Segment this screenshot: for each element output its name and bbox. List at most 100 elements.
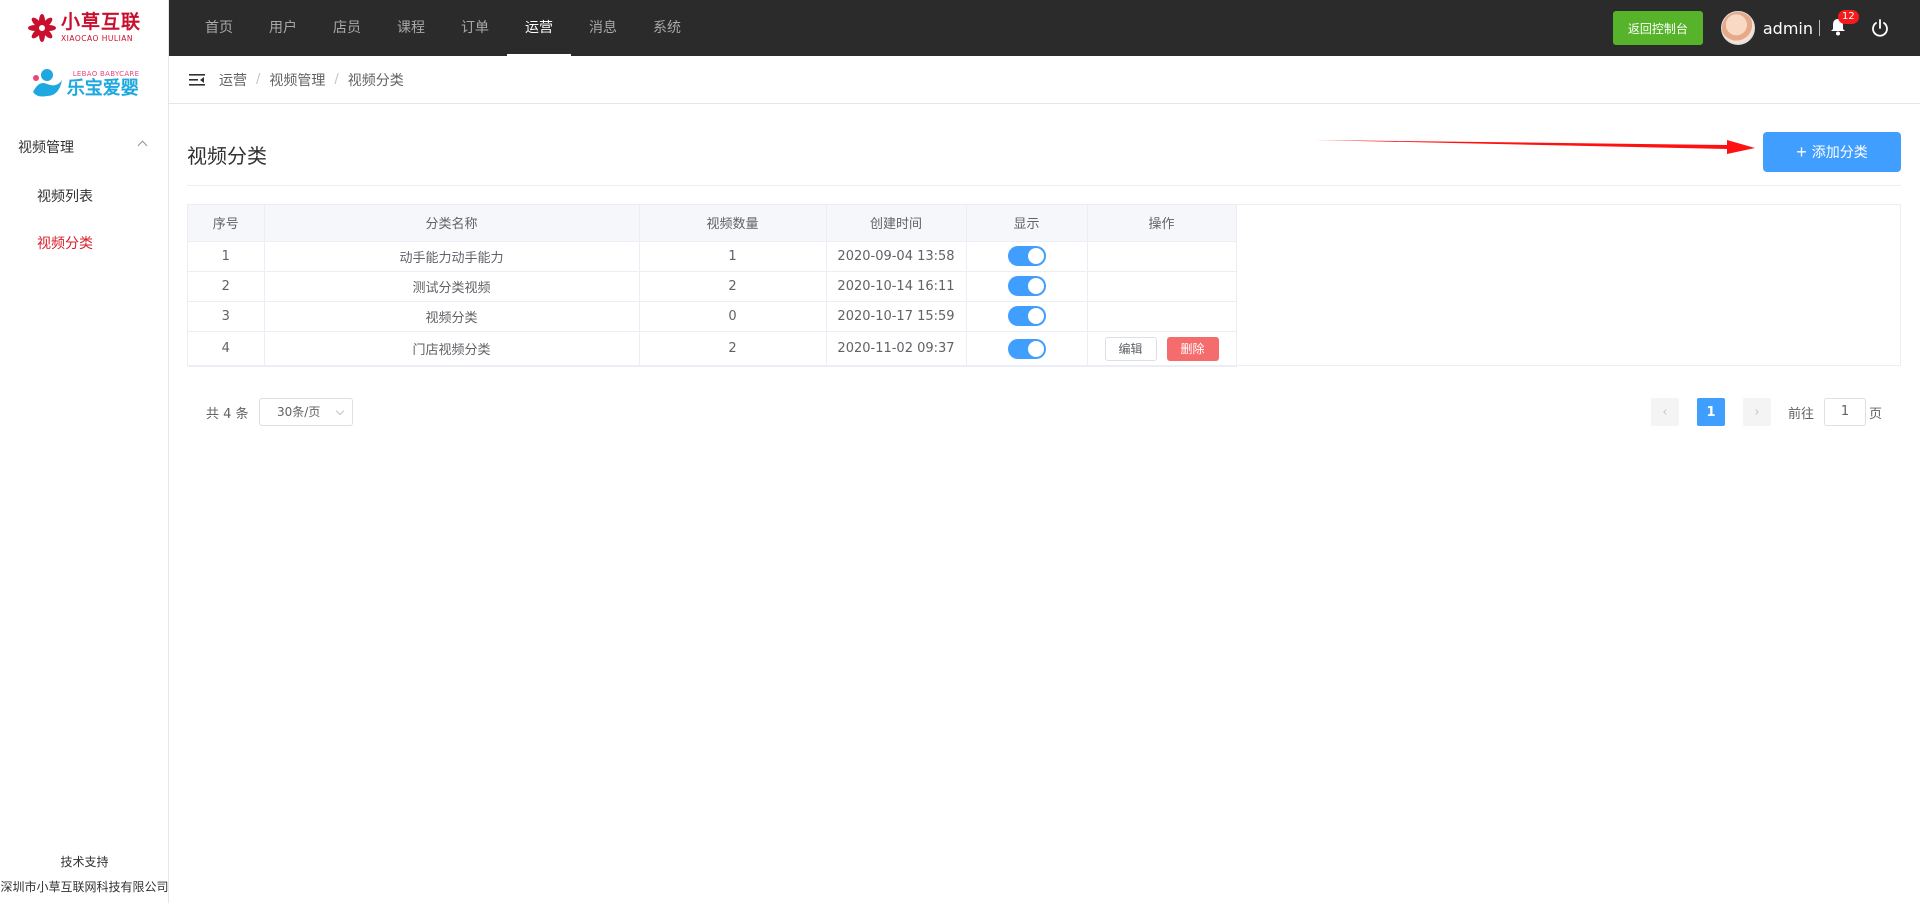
baby-logo-icon bbox=[32, 69, 62, 97]
nav-item-messages[interactable]: 消息 bbox=[571, 0, 635, 56]
cell-count: 0 bbox=[639, 301, 827, 332]
sidebar-group-label: 视频管理 bbox=[18, 140, 74, 156]
page-header: 视频分类 + 添加分类 bbox=[187, 104, 1901, 186]
column-header-display: 显示 bbox=[966, 205, 1088, 242]
nav-item-users[interactable]: 用户 bbox=[251, 0, 315, 56]
display-toggle-switch[interactable] bbox=[1007, 338, 1046, 359]
add-category-button[interactable]: + 添加分类 bbox=[1763, 132, 1901, 172]
table-row: 1 动手能力动手能力 1 2020-09-04 13:58 bbox=[188, 241, 1237, 272]
breadcrumb-separator: / bbox=[256, 72, 261, 87]
cell-display bbox=[966, 301, 1088, 332]
brand-logo[interactable]: 小草互联 XIAOCAO HULIAN bbox=[0, 0, 168, 56]
power-icon[interactable] bbox=[1870, 18, 1890, 38]
collapse-menu-icon[interactable] bbox=[189, 73, 205, 87]
cell-index: 2 bbox=[188, 271, 265, 302]
partner-name: 乐宝爱婴 bbox=[66, 77, 139, 99]
plus-icon: + bbox=[1796, 142, 1807, 162]
divider bbox=[1819, 20, 1820, 36]
goto-label: 前往 bbox=[1787, 407, 1814, 422]
top-right-actions: 返回控制台 admin 12 bbox=[1612, 0, 1890, 56]
goto-page-input[interactable]: 1 bbox=[1824, 398, 1866, 426]
back-to-console-button[interactable]: 返回控制台 bbox=[1612, 11, 1703, 45]
cell-name: 动手能力动手能力 bbox=[264, 241, 640, 272]
total-count: 共 4 条 bbox=[206, 407, 249, 422]
column-header-actions: 操作 bbox=[1087, 205, 1237, 242]
brand-name: 小草互联 bbox=[60, 11, 141, 34]
cell-actions bbox=[1087, 241, 1237, 272]
display-toggle-switch[interactable] bbox=[1007, 246, 1046, 266]
cell-name: 视频分类 bbox=[264, 301, 640, 332]
breadcrumb-separator: / bbox=[334, 72, 339, 87]
partner-name-en: LEBAO BABYCARE bbox=[72, 69, 140, 78]
cell-created: 2020-10-17 15:59 bbox=[826, 301, 967, 332]
chevron-right-icon: › bbox=[1754, 404, 1760, 420]
avatar[interactable] bbox=[1720, 11, 1755, 45]
nav-item-operations[interactable]: 运营 bbox=[507, 0, 571, 56]
goto-suffix: 页 bbox=[1868, 407, 1882, 422]
add-category-label: 添加分类 bbox=[1811, 144, 1868, 160]
main-content: 视频分类 + 添加分类 序号 分类名称 视频数量 创建时间 显示 操作 1 动手… bbox=[169, 104, 1920, 903]
cell-display bbox=[966, 331, 1088, 367]
cell-created: 2020-11-02 09:37 bbox=[826, 331, 967, 367]
nav-item-orders[interactable]: 订单 bbox=[443, 0, 507, 56]
page-number-button[interactable]: 1 bbox=[1697, 398, 1725, 426]
category-table: 序号 分类名称 视频数量 创建时间 显示 操作 1 动手能力动手能力 1 202… bbox=[187, 204, 1901, 367]
cell-actions: 编辑 删除 bbox=[1087, 331, 1237, 367]
red-arrow-annotation bbox=[1315, 140, 1755, 154]
edit-button[interactable]: 编辑 bbox=[1104, 336, 1157, 361]
delete-button[interactable]: 删除 bbox=[1166, 336, 1219, 361]
column-header-count: 视频数量 bbox=[639, 205, 827, 242]
breadcrumb-item-operations[interactable]: 运营 bbox=[219, 70, 247, 90]
next-page-button[interactable]: › bbox=[1743, 398, 1771, 426]
breadcrumb-item-video-management[interactable]: 视频管理 bbox=[269, 70, 325, 90]
notification-count-badge: 12 bbox=[1838, 10, 1859, 24]
partner-logo: LEBAO BABYCARE 乐宝爱婴 bbox=[0, 56, 168, 112]
column-header-index: 序号 bbox=[188, 205, 265, 242]
cell-actions bbox=[1087, 301, 1237, 332]
nav-item-staff[interactable]: 店员 bbox=[315, 0, 379, 56]
cell-name: 测试分类视频 bbox=[264, 271, 640, 302]
nav-item-courses[interactable]: 课程 bbox=[379, 0, 443, 56]
pagination: 共 4 条 30条/页 ‹ 1 › 前往 1 页 bbox=[187, 398, 1901, 426]
table-row: 2 测试分类视频 2 2020-10-14 16:11 bbox=[188, 271, 1237, 302]
column-header-name: 分类名称 bbox=[264, 205, 640, 242]
sidebar-item-video-category[interactable]: 视频分类 bbox=[0, 219, 168, 266]
page-size-select[interactable]: 30条/页 bbox=[259, 398, 353, 426]
top-nav-menu: 首页 用户 店员 课程 订单 运营 消息 系统 bbox=[169, 0, 699, 56]
sidebar-item-label: 视频列表 bbox=[37, 188, 93, 205]
chevron-left-icon: ‹ bbox=[1662, 404, 1668, 420]
table-header-row: 序号 分类名称 视频数量 创建时间 显示 操作 bbox=[188, 205, 1237, 242]
cell-count: 2 bbox=[639, 271, 827, 302]
page-title: 视频分类 bbox=[187, 144, 267, 168]
display-toggle-switch[interactable] bbox=[1007, 276, 1046, 296]
display-toggle-switch[interactable] bbox=[1007, 306, 1046, 326]
cell-actions bbox=[1087, 271, 1237, 302]
nav-item-system[interactable]: 系统 bbox=[635, 0, 699, 56]
sidebar-item-video-list[interactable]: 视频列表 bbox=[0, 172, 168, 219]
prev-page-button[interactable]: ‹ bbox=[1651, 398, 1679, 426]
company-name: 深圳市小草互联网科技有限公司 bbox=[0, 880, 169, 894]
cell-display bbox=[966, 271, 1088, 302]
cell-index: 1 bbox=[188, 241, 265, 272]
cell-created: 2020-10-14 16:11 bbox=[826, 271, 967, 302]
sidebar-group-video-management[interactable]: 视频管理 bbox=[0, 122, 168, 172]
breadcrumb: 运营 / 视频管理 / 视频分类 bbox=[169, 56, 1920, 104]
cell-count: 2 bbox=[639, 331, 827, 367]
notification-bell[interactable]: 12 bbox=[1828, 10, 1859, 39]
cell-index: 4 bbox=[188, 331, 265, 367]
top-navbar: 首页 用户 店员 课程 订单 运营 消息 系统 返回控制台 admin 12 bbox=[169, 0, 1920, 56]
table-row: 4 门店视频分类 2 2020-11-02 09:37 编辑 删除 bbox=[188, 331, 1237, 367]
cell-display bbox=[966, 241, 1088, 272]
sidebar-item-label: 视频分类 bbox=[37, 235, 93, 252]
flower-logo-icon bbox=[27, 14, 56, 42]
brand-name-en: XIAOCAO HULIAN bbox=[60, 34, 134, 44]
chevron-up-icon bbox=[137, 140, 148, 151]
nav-item-home[interactable]: 首页 bbox=[187, 0, 251, 56]
chevron-down-icon bbox=[335, 406, 345, 416]
tech-support-label: 技术支持 bbox=[60, 855, 109, 869]
sidebar: 小草互联 XIAOCAO HULIAN LEBAO BABYCARE 乐宝爱婴 … bbox=[0, 0, 169, 903]
sidebar-footer: 技术支持 深圳市小草互联网科技有限公司 bbox=[0, 854, 169, 895]
username[interactable]: admin bbox=[1763, 19, 1813, 38]
cell-index: 3 bbox=[188, 301, 265, 332]
cell-created: 2020-09-04 13:58 bbox=[826, 241, 967, 272]
